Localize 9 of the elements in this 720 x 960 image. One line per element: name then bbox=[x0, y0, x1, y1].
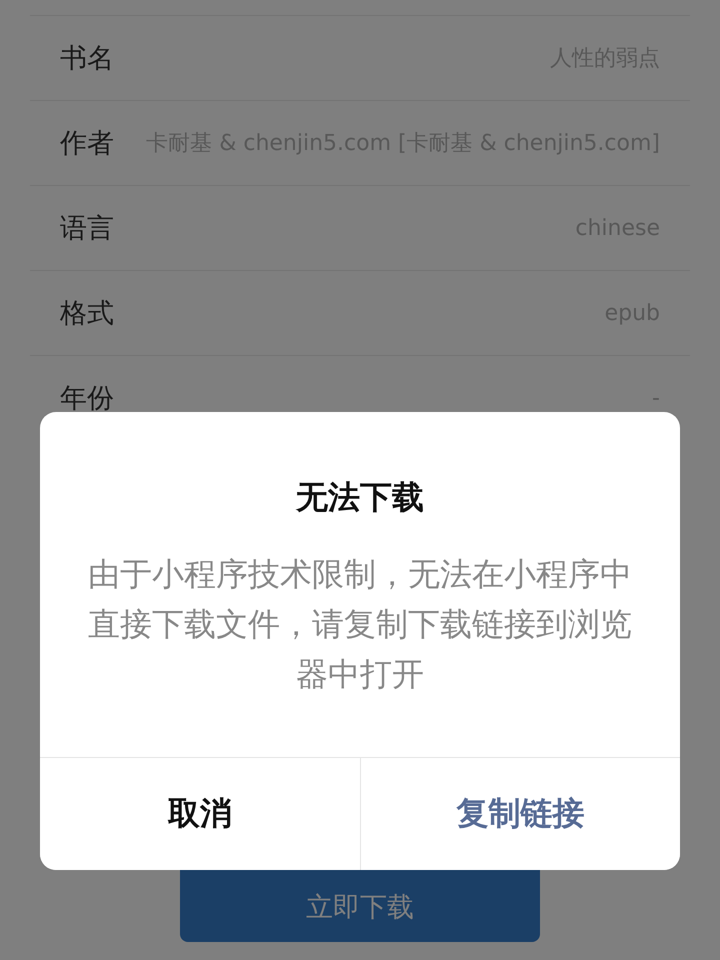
dialog-message: 由于小程序技术限制，无法在小程序中直接下载文件，请复制下载链接到浏览器中打开 bbox=[87, 554, 633, 695]
dialog-title: 无法下载 bbox=[294, 477, 425, 518]
field-label: 作者 bbox=[60, 127, 114, 161]
field-label: 年份 bbox=[60, 382, 114, 416]
field-label: 语言 bbox=[60, 212, 114, 246]
field-value: - bbox=[651, 386, 660, 410]
copy-link-button[interactable]: 复制链接 bbox=[360, 758, 680, 870]
field-label: 格式 bbox=[60, 297, 114, 331]
field-label: 书名 bbox=[60, 42, 114, 76]
